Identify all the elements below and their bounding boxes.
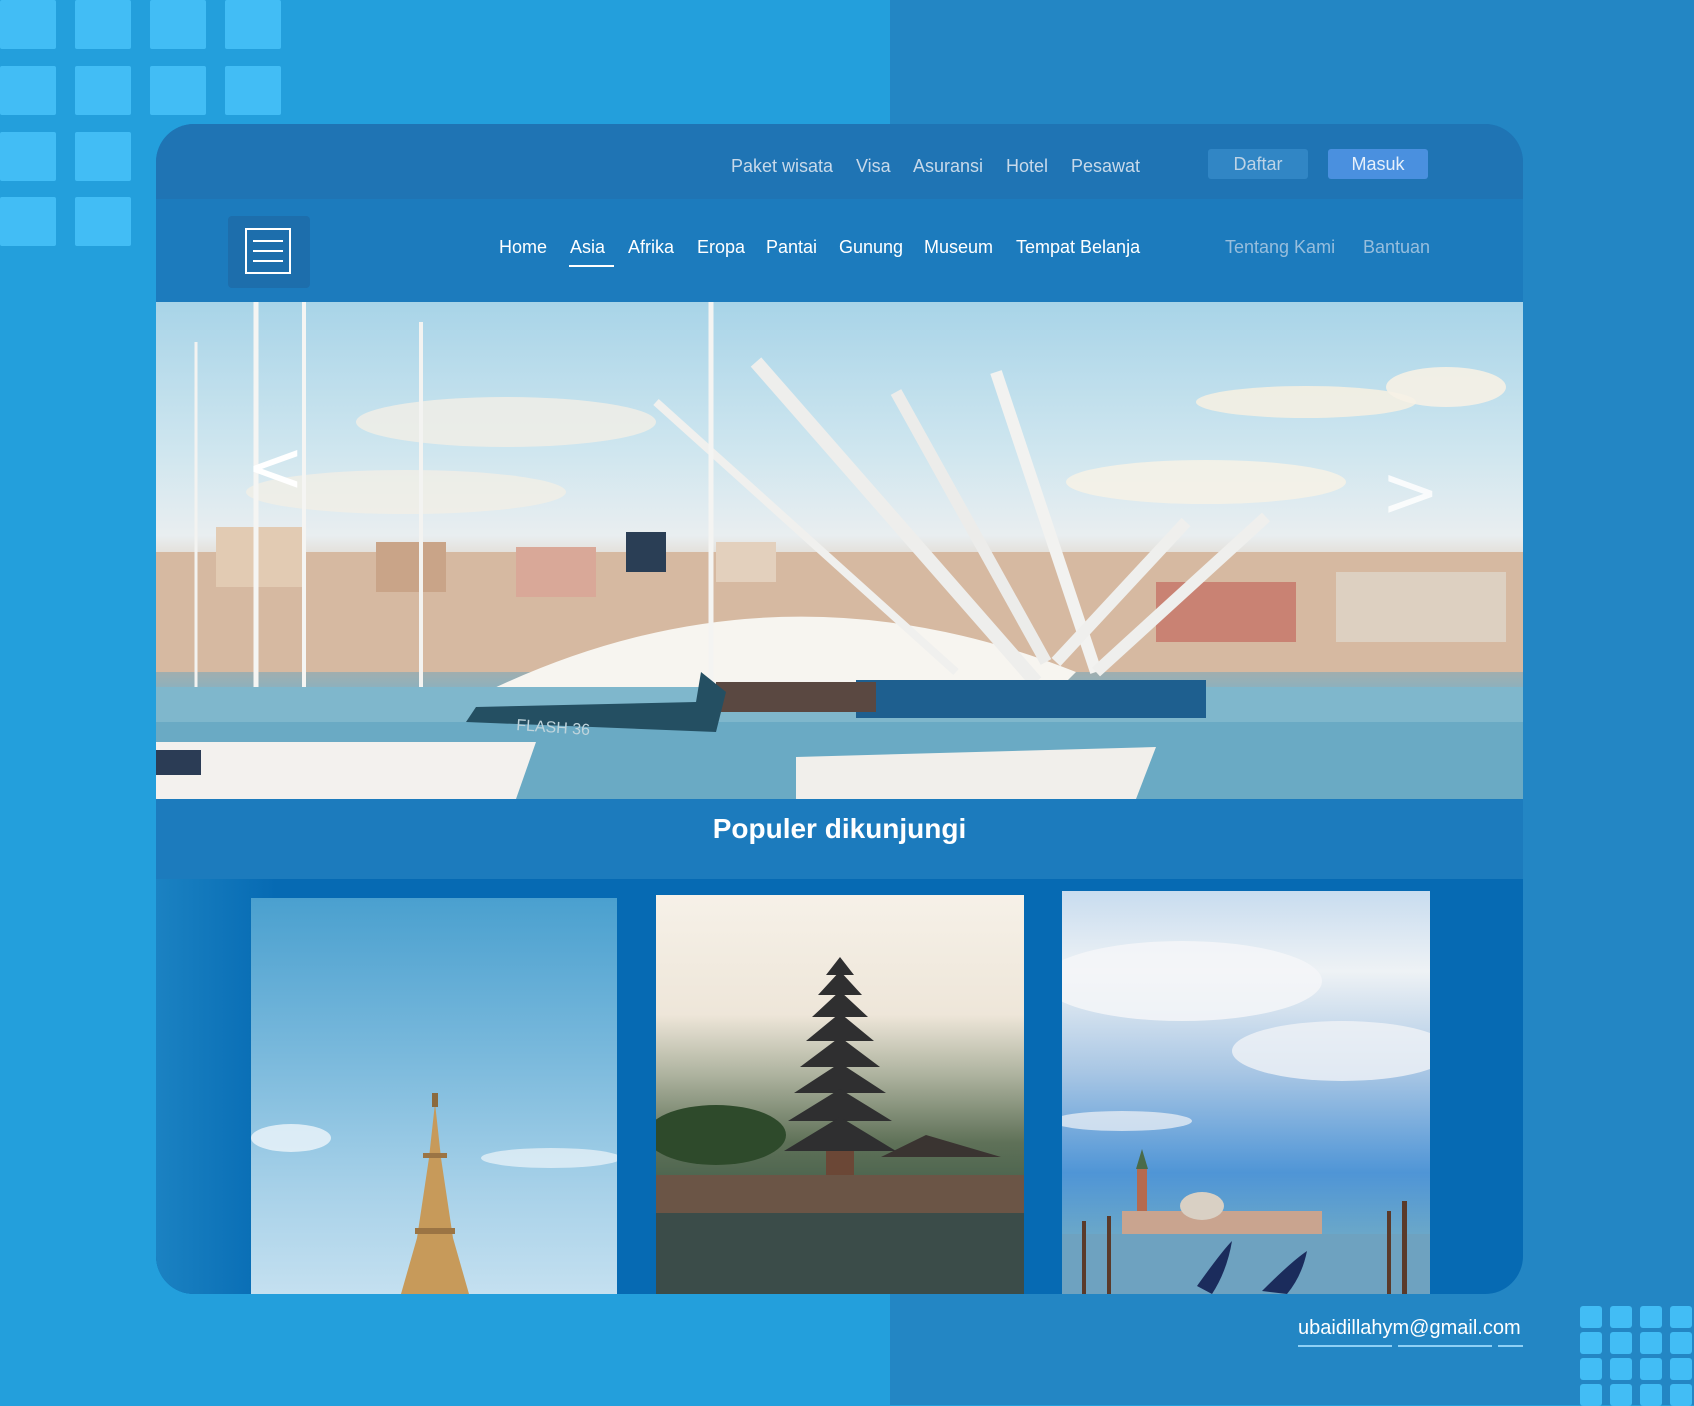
top-nav-asuransi[interactable]: Asuransi <box>913 156 983 177</box>
nav-bantuan[interactable]: Bantuan <box>1363 237 1430 258</box>
login-button[interactable]: Masuk <box>1328 149 1428 179</box>
eiffel-tower-image <box>251 1093 617 1294</box>
nav-eropa[interactable]: Eropa <box>697 237 745 258</box>
venice-image <box>1062 941 1430 1294</box>
top-nav-pesawat[interactable]: Pesawat <box>1071 156 1140 177</box>
register-button[interactable]: Daftar <box>1208 149 1308 179</box>
menu-button[interactable] <box>228 216 310 288</box>
nav-asia[interactable]: Asia <box>568 237 615 267</box>
nav-pantai[interactable]: Pantai <box>766 237 817 258</box>
section-title: Populer dikunjungi <box>712 813 967 844</box>
carousel-prev-arrow[interactable]: < <box>246 432 305 502</box>
nav-home[interactable]: Home <box>499 237 547 258</box>
hero-carousel-image: FLASH 36 < > <box>156 302 1523 799</box>
nav-afrika[interactable]: Afrika <box>628 237 674 258</box>
carousel-next-arrow[interactable]: > <box>1381 457 1440 527</box>
website-mockup-card: Paket wisata Visa Asuransi Hotel Pesawat… <box>156 124 1523 1294</box>
photo-card-bali-temple[interactable] <box>656 895 1024 1294</box>
nav-tempat-belanja[interactable]: Tempat Belanja <box>1016 237 1140 258</box>
top-nav-visa[interactable]: Visa <box>856 156 891 177</box>
hamburger-menu-icon <box>245 228 291 274</box>
harbor-illustration: FLASH 36 <box>156 302 1523 799</box>
nav-tentang-kami[interactable]: Tentang Kami <box>1225 237 1335 258</box>
photo-card-eiffel-tower[interactable] <box>251 898 617 1294</box>
top-nav-hotel[interactable]: Hotel <box>1006 156 1048 177</box>
top-nav-paket-wisata[interactable]: Paket wisata <box>731 156 833 177</box>
nav-gunung[interactable]: Gunung <box>839 237 903 258</box>
top-bar: Paket wisata Visa Asuransi Hotel Pesawat… <box>156 124 1523 199</box>
contact-email[interactable]: ubaidillahym@gmail.com <box>1298 1317 1521 1340</box>
bali-temple-image <box>656 957 1024 1294</box>
photo-card-venice[interactable] <box>1062 891 1430 1294</box>
nav-museum[interactable]: Museum <box>924 237 993 258</box>
